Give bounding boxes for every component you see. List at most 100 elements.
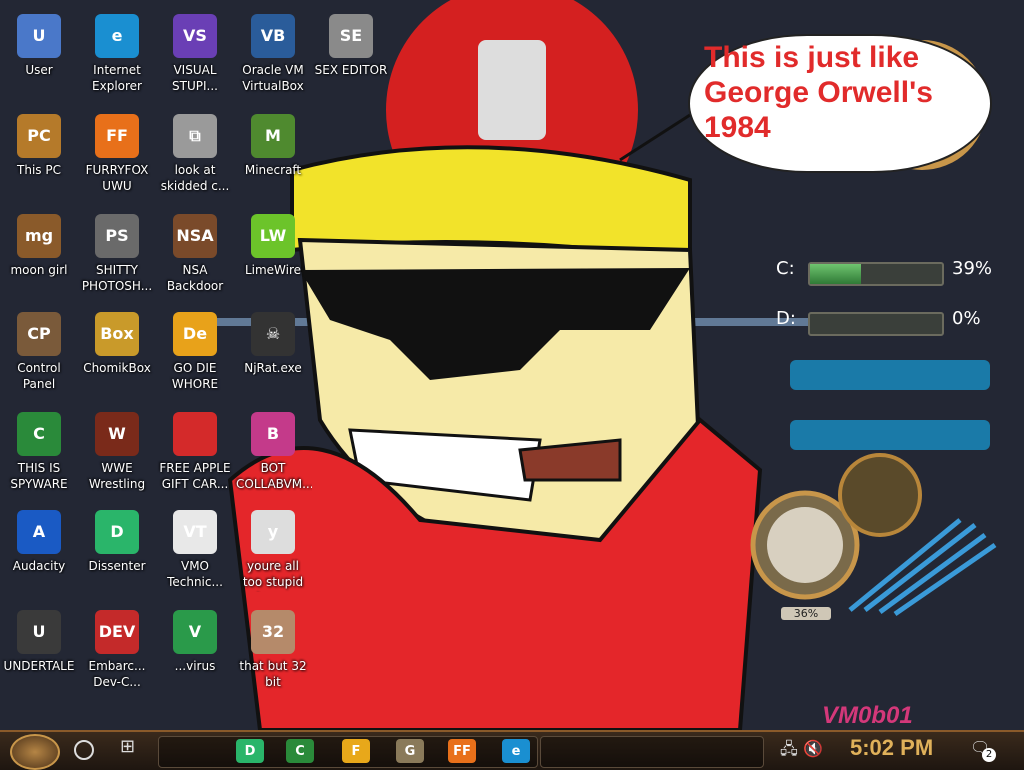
file-explorer-app-icon[interactable]: F bbox=[342, 739, 370, 763]
app-icon: DEV bbox=[95, 610, 139, 654]
taskbar: ⊞ 🖧 🔇 5:02 PM 🗨 2 D C F G FF e bbox=[0, 730, 1024, 770]
desktop-icon[interactable]: y youre all too stupid to r... bbox=[234, 504, 312, 596]
app-icon: SE bbox=[329, 14, 373, 58]
chrome-app-icon[interactable]: C bbox=[286, 739, 314, 763]
volume-muted-icon[interactable]: 🔇 bbox=[803, 739, 823, 758]
drive-usage-fill bbox=[810, 264, 862, 284]
desktop-icon-label: Control Panel bbox=[17, 361, 61, 391]
app-icon: e bbox=[95, 14, 139, 58]
app-icon: CP bbox=[17, 312, 61, 356]
desktop-icon[interactable]: ⧉ look at skidded c... bbox=[156, 108, 234, 200]
desktop-icon[interactable]: C THIS IS SPYWARE bbox=[0, 406, 78, 498]
desktop-icon[interactable]: D Dissenter bbox=[78, 504, 156, 596]
desktop-icon[interactable]: e Internet Explorer bbox=[78, 8, 156, 100]
app-icon: mg bbox=[17, 214, 61, 258]
desktop-icon[interactable]: W WWE Wrestling bbox=[78, 406, 156, 498]
desktop-icon[interactable]: PC This PC bbox=[0, 108, 78, 200]
system-tray[interactable]: 🖧 🔇 bbox=[780, 738, 823, 765]
desktop-icon-label: Audacity bbox=[12, 559, 66, 573]
edge-app-icon[interactable]: e bbox=[502, 739, 530, 763]
app-icon: FF bbox=[95, 114, 139, 158]
desktop-icon[interactable]: U UNDERTALE bbox=[0, 604, 78, 696]
desktop-icon[interactable]: ☠ NjRat.exe bbox=[234, 306, 312, 398]
desktop-icon[interactable]: SE SEX EDITOR bbox=[312, 8, 390, 100]
app-icon: W bbox=[95, 412, 139, 456]
app-icon: Box bbox=[95, 312, 139, 356]
gauge-readout: 36% bbox=[781, 607, 831, 620]
desktop-icon[interactable]: 32 that but 32 bit bbox=[234, 604, 312, 696]
app-icon: D bbox=[95, 510, 139, 554]
desktop-icon-label: BOT COLLABVM... bbox=[236, 461, 312, 491]
watermark: VM0b01 bbox=[822, 702, 913, 729]
drive-c-widget: C: 39% bbox=[740, 256, 1000, 288]
drive-usage-bar bbox=[808, 262, 944, 286]
app-icon: A bbox=[17, 510, 61, 554]
desktop-icon[interactable]: U User bbox=[0, 8, 78, 100]
desktop-icon[interactable]: VS VISUAL STUPI... bbox=[156, 8, 234, 100]
desktop-icon-label: UNDERTALE bbox=[3, 659, 75, 673]
drive-letter: D: bbox=[776, 308, 796, 329]
app-icon: PS bbox=[95, 214, 139, 258]
app-icon: U bbox=[17, 14, 61, 58]
speech-bubble-text: This is just like George Orwell's 1984 bbox=[704, 41, 933, 144]
drive-d-widget: D: 0% bbox=[740, 306, 1000, 338]
search-icon[interactable] bbox=[74, 740, 94, 760]
desktop-icon-label: User bbox=[25, 63, 53, 77]
desktop-icon[interactable]: NSA NSA Backdoor bbox=[156, 208, 234, 300]
desktop-icon-label: This PC bbox=[17, 163, 61, 177]
app-icon bbox=[173, 412, 217, 456]
app-icon: VT bbox=[173, 510, 217, 554]
desktop-icon-label: VISUAL STUPI... bbox=[172, 63, 218, 93]
desktop-icon-label: ...virus bbox=[174, 659, 216, 673]
desktop-icon[interactable]: A Audacity bbox=[0, 504, 78, 596]
desktop-icon-label: SEX EDITOR bbox=[314, 63, 388, 77]
desktop-icon-label: SHITTY PHOTOSH... bbox=[81, 263, 153, 293]
desktop-icon[interactable]: mg moon girl bbox=[0, 208, 78, 300]
desktop-icon[interactable]: FF FURRYFOX UWU bbox=[78, 108, 156, 200]
desktop-icon[interactable]: DEV Embarc... Dev-C... bbox=[78, 604, 156, 696]
desktop-icon[interactable]: VB Oracle VM VirtualBox bbox=[234, 8, 312, 100]
app-icon: NSA bbox=[173, 214, 217, 258]
desktop-icon-label: NjRat.exe bbox=[244, 361, 302, 375]
desktop-icon-label: LimeWire bbox=[244, 263, 302, 277]
desktop-icon[interactable]: PS SHITTY PHOTOSH... bbox=[78, 208, 156, 300]
app-icon: De bbox=[173, 312, 217, 356]
desktop-icon-label: VMO Technic... bbox=[167, 559, 223, 589]
desktop-icon-label: look at skidded c... bbox=[160, 163, 230, 193]
desktop-icon-label: Oracle VM VirtualBox bbox=[242, 63, 304, 93]
desktop-icon-label: GO DIE WHORE bbox=[171, 361, 219, 391]
network-icon[interactable]: 🖧 bbox=[780, 739, 798, 758]
start-button[interactable] bbox=[10, 734, 60, 770]
desktop-icon-label: Dissenter bbox=[88, 559, 146, 573]
desktop-icon-label: youre all too stupid to r... bbox=[242, 559, 304, 592]
desktop-icon-label: NSA Backdoor bbox=[166, 263, 224, 293]
app-icon: M bbox=[251, 114, 295, 158]
desktop-icon[interactable]: LW LimeWire bbox=[234, 208, 312, 300]
dissenter-app-icon[interactable]: D bbox=[236, 739, 264, 763]
desktop-icon[interactable]: FREE APPLE GIFT CAR... bbox=[156, 406, 234, 498]
desktop-icon-label: Minecraft bbox=[244, 163, 302, 177]
drive-letter: C: bbox=[776, 258, 795, 279]
gimp-app-icon[interactable]: G bbox=[396, 739, 424, 763]
task-view-icon[interactable]: ⊞ bbox=[120, 738, 140, 756]
desktop-icon-label: ChomikBox bbox=[83, 361, 151, 375]
desktop-icon[interactable]: CP Control Panel bbox=[0, 306, 78, 398]
taskbar-clock[interactable]: 5:02 PM bbox=[850, 735, 933, 761]
app-icon: U bbox=[17, 610, 61, 654]
desktop-icon[interactable]: De GO DIE WHORE bbox=[156, 306, 234, 398]
app-icon: B bbox=[251, 412, 295, 456]
desktop-icon[interactable]: B BOT COLLABVM... bbox=[234, 406, 312, 498]
desktop-icon[interactable]: Box ChomikBox bbox=[78, 306, 156, 398]
taskbar-panel bbox=[540, 736, 764, 768]
app-icon: C bbox=[17, 412, 61, 456]
desktop-icon-label: that but 32 bit bbox=[239, 659, 307, 689]
app-icon: LW bbox=[251, 214, 295, 258]
desktop-icon[interactable]: V ...virus bbox=[156, 604, 234, 696]
desktop-icon-label: FREE APPLE GIFT CAR... bbox=[159, 461, 231, 491]
firefox-app-icon[interactable]: FF bbox=[448, 739, 476, 763]
desktop-icon[interactable]: M Minecraft bbox=[234, 108, 312, 200]
notification-badge: 2 bbox=[982, 748, 996, 762]
app-icon: ⧉ bbox=[173, 114, 217, 158]
app-icon: V bbox=[173, 610, 217, 654]
desktop-icon[interactable]: VT VMO Technic... bbox=[156, 504, 234, 596]
